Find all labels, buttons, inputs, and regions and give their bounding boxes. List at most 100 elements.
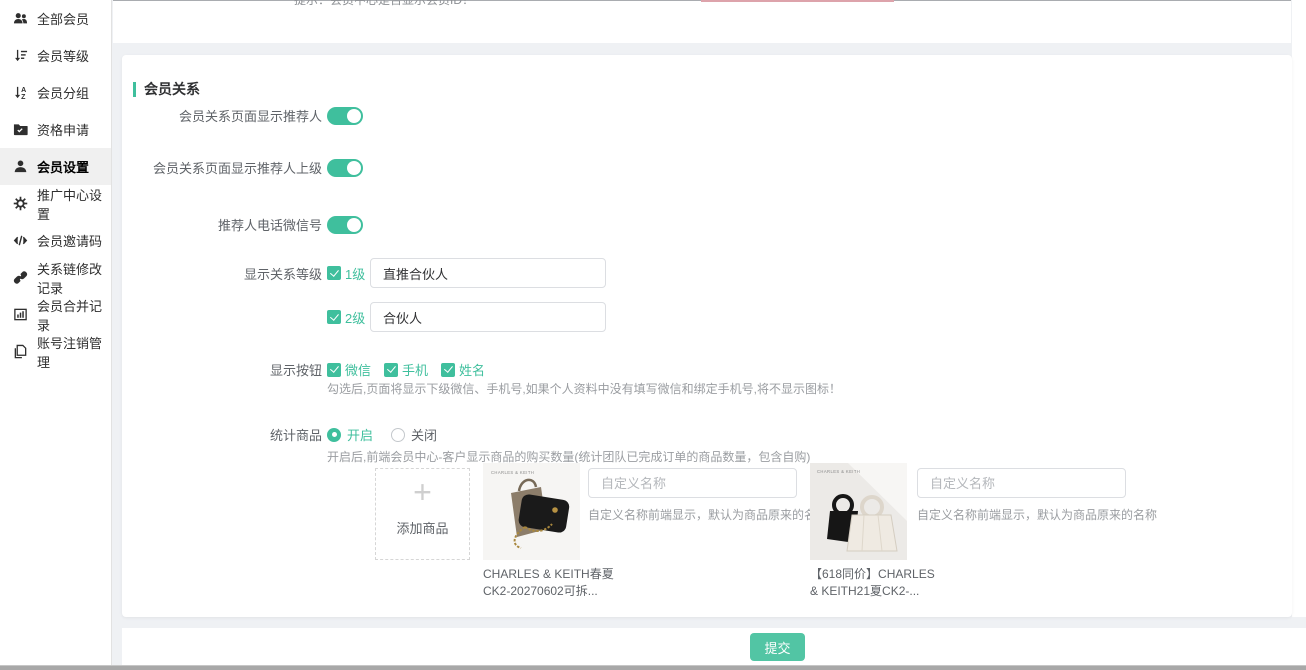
link-icon xyxy=(13,270,28,285)
custom-name-help-1: 自定义名称前端显示，默认为商品原来的名称 xyxy=(588,506,828,523)
svg-text:A: A xyxy=(21,87,26,94)
footer-bar: 提交 xyxy=(122,628,1306,665)
add-product-button[interactable]: + 添加商品 xyxy=(375,468,470,560)
code-icon xyxy=(13,233,28,248)
product-image-2[interactable]: CHARLES & KEITH xyxy=(810,463,907,560)
field-label: 会员关系页面显示推荐人上级 xyxy=(122,158,322,177)
field-label: 推荐人电话微信号 xyxy=(122,215,322,234)
sidebar-item-label: 关系链修改记录 xyxy=(37,259,111,297)
level-1-name-input[interactable] xyxy=(370,258,606,288)
section-accent-bar xyxy=(133,82,136,97)
radio-icon-unselected xyxy=(391,428,405,442)
add-product-label: 添加商品 xyxy=(376,518,469,537)
section-title: 会员关系 xyxy=(144,79,200,99)
checkbox-label: 微信 xyxy=(345,360,371,379)
checkbox-name[interactable]: 姓名 xyxy=(441,360,485,379)
sidebar-item-label: 会员等级 xyxy=(37,46,89,65)
checkbox-icon xyxy=(441,363,455,377)
toggle-row-show-referrer-upline: 会员关系页面显示推荐人上级 xyxy=(122,158,1292,177)
checkbox-wechat[interactable]: 微信 xyxy=(327,360,371,379)
toggle-referrer-phone-wechat[interactable] xyxy=(327,216,363,234)
sidebar-item-member-invite-code[interactable]: 会员邀请码 xyxy=(0,222,111,259)
radio-icon-selected xyxy=(327,428,341,442)
custom-name-input-1[interactable] xyxy=(588,468,797,498)
checkbox-icon xyxy=(327,363,341,377)
checkbox-icon xyxy=(384,363,398,377)
checkbox-label: 手机 xyxy=(402,360,428,379)
caption-line-2: CK2-20270602可拆... xyxy=(483,583,635,600)
caption-line-1: 【618同价】CHARLES xyxy=(810,566,962,583)
checkbox-label: 姓名 xyxy=(459,360,485,379)
field-label: 显示关系等级 xyxy=(122,264,322,283)
checkbox-phone[interactable]: 手机 xyxy=(384,360,428,379)
field-label: 统计商品 xyxy=(122,425,322,444)
custom-name-input-2[interactable] xyxy=(917,468,1126,498)
relation-level-row-1: 显示关系等级 1级 xyxy=(122,258,1292,288)
show-buttons-help: 勾选后,页面将显示下级微信、手机号,如果个人资料中没有填写微信和绑定手机号,将不… xyxy=(327,380,841,397)
toggle-knob xyxy=(347,109,361,123)
sidebar-item-qualification-apply[interactable]: 资格申请 xyxy=(0,111,111,148)
sidebar-item-label: 推广中心设置 xyxy=(37,185,111,223)
checkbox-label: 2级 xyxy=(345,308,365,327)
field-label: 会员关系页面显示推荐人 xyxy=(122,106,322,125)
product-brand-text: CHARLES & KEITH xyxy=(491,470,534,475)
submit-button[interactable]: 提交 xyxy=(750,633,805,661)
checkbox-label: 1级 xyxy=(345,264,365,283)
file-copy-icon xyxy=(13,344,28,359)
toggle-knob xyxy=(347,218,361,232)
pink-highlight-edge xyxy=(701,0,894,2)
gear-icon xyxy=(13,196,28,211)
product-image-1[interactable]: CHARLES & KEITH xyxy=(483,463,580,560)
right-margin xyxy=(1292,0,1306,617)
user-icon xyxy=(13,159,28,174)
sidebar-item-account-cancellation[interactable]: 账号注销管理 xyxy=(0,333,111,370)
plus-icon: + xyxy=(376,469,469,515)
checkbox-icon xyxy=(327,310,341,324)
sidebar-item-label: 资格申请 xyxy=(37,120,89,139)
sidebar-item-all-members[interactable]: 全部会员 xyxy=(0,0,111,37)
checkbox-level-2[interactable]: 2级 xyxy=(327,308,370,327)
svg-text:Z: Z xyxy=(21,94,26,100)
checkbox-icon xyxy=(327,266,341,280)
checkbox-level-1[interactable]: 1级 xyxy=(327,264,370,283)
radio-label: 开启 xyxy=(347,425,373,444)
toggle-row-show-referrer: 会员关系页面显示推荐人 xyxy=(122,106,1292,125)
caption-line-2: & KEITH21夏CK2-... xyxy=(810,583,962,600)
cutoff-hint-text: 提示：会员中心是否显示会员ID！ xyxy=(294,0,474,8)
show-buttons-row: 显示按钮 微信 手机 姓名 xyxy=(122,360,1292,379)
product-brand-text: CHARLES & KEITH xyxy=(817,469,860,474)
sidebar-item-relation-chain-log[interactable]: 关系链修改记录 xyxy=(0,259,111,296)
product-caption-1: CHARLES & KEITH春夏 CK2-20270602可拆... xyxy=(483,566,635,600)
sidebar-item-label: 全部会员 xyxy=(37,9,89,28)
radio-disable[interactable]: 关闭 xyxy=(391,425,437,444)
caption-line-1: CHARLES & KEITH春夏 xyxy=(483,566,635,583)
sidebar-item-label: 会员设置 xyxy=(37,157,89,176)
sidebar-item-member-settings[interactable]: 会员设置 xyxy=(0,148,111,185)
relation-level-row-2: 2级 xyxy=(122,302,1292,332)
sidebar-item-label: 会员邀请码 xyxy=(37,231,102,250)
sidebar-item-member-merge-log[interactable]: 会员合并记录 xyxy=(0,296,111,333)
radio-label: 关闭 xyxy=(411,425,437,444)
bar-chart-icon xyxy=(13,307,28,322)
custom-name-help-2: 自定义名称前端显示，默认为商品原来的名称 xyxy=(917,506,1157,523)
toggle-knob xyxy=(347,161,361,175)
folder-check-icon xyxy=(13,122,28,137)
toggle-show-referrer-upline[interactable] xyxy=(327,159,363,177)
stat-goods-row: 统计商品 开启 关闭 xyxy=(122,425,1292,444)
radio-enable[interactable]: 开启 xyxy=(327,425,373,444)
stat-products-zone: + 添加商品 CHARLES & KEITH CHARLES & KEITH春夏… xyxy=(122,463,1292,613)
section-header: 会员关系 xyxy=(133,79,200,99)
sidebar-item-member-levels[interactable]: 会员等级 xyxy=(0,37,111,74)
toggle-row-referrer-phone-wechat: 推荐人电话微信号 xyxy=(122,215,1292,234)
toggle-show-referrer[interactable] xyxy=(327,107,363,125)
level-2-name-input[interactable] xyxy=(370,302,606,332)
users-icon xyxy=(13,11,28,26)
sort-alpha-icon: AZ xyxy=(13,85,28,100)
previous-section-cutoff: 提示：会员中心是否显示会员ID！ xyxy=(113,0,1291,43)
sidebar-item-member-groups[interactable]: AZ 会员分组 xyxy=(0,74,111,111)
sidebar: 全部会员 会员等级 AZ 会员分组 资格申请 会员设置 推广中心设置 会员邀请码… xyxy=(0,0,112,665)
horizontal-scrollbar[interactable] xyxy=(0,665,1306,670)
field-label: 显示按钮 xyxy=(122,360,322,379)
sidebar-item-promotion-center-settings[interactable]: 推广中心设置 xyxy=(0,185,111,222)
member-relation-panel: 会员关系 会员关系页面显示推荐人 会员关系页面显示推荐人上级 推荐人电话微信号 … xyxy=(122,55,1292,617)
